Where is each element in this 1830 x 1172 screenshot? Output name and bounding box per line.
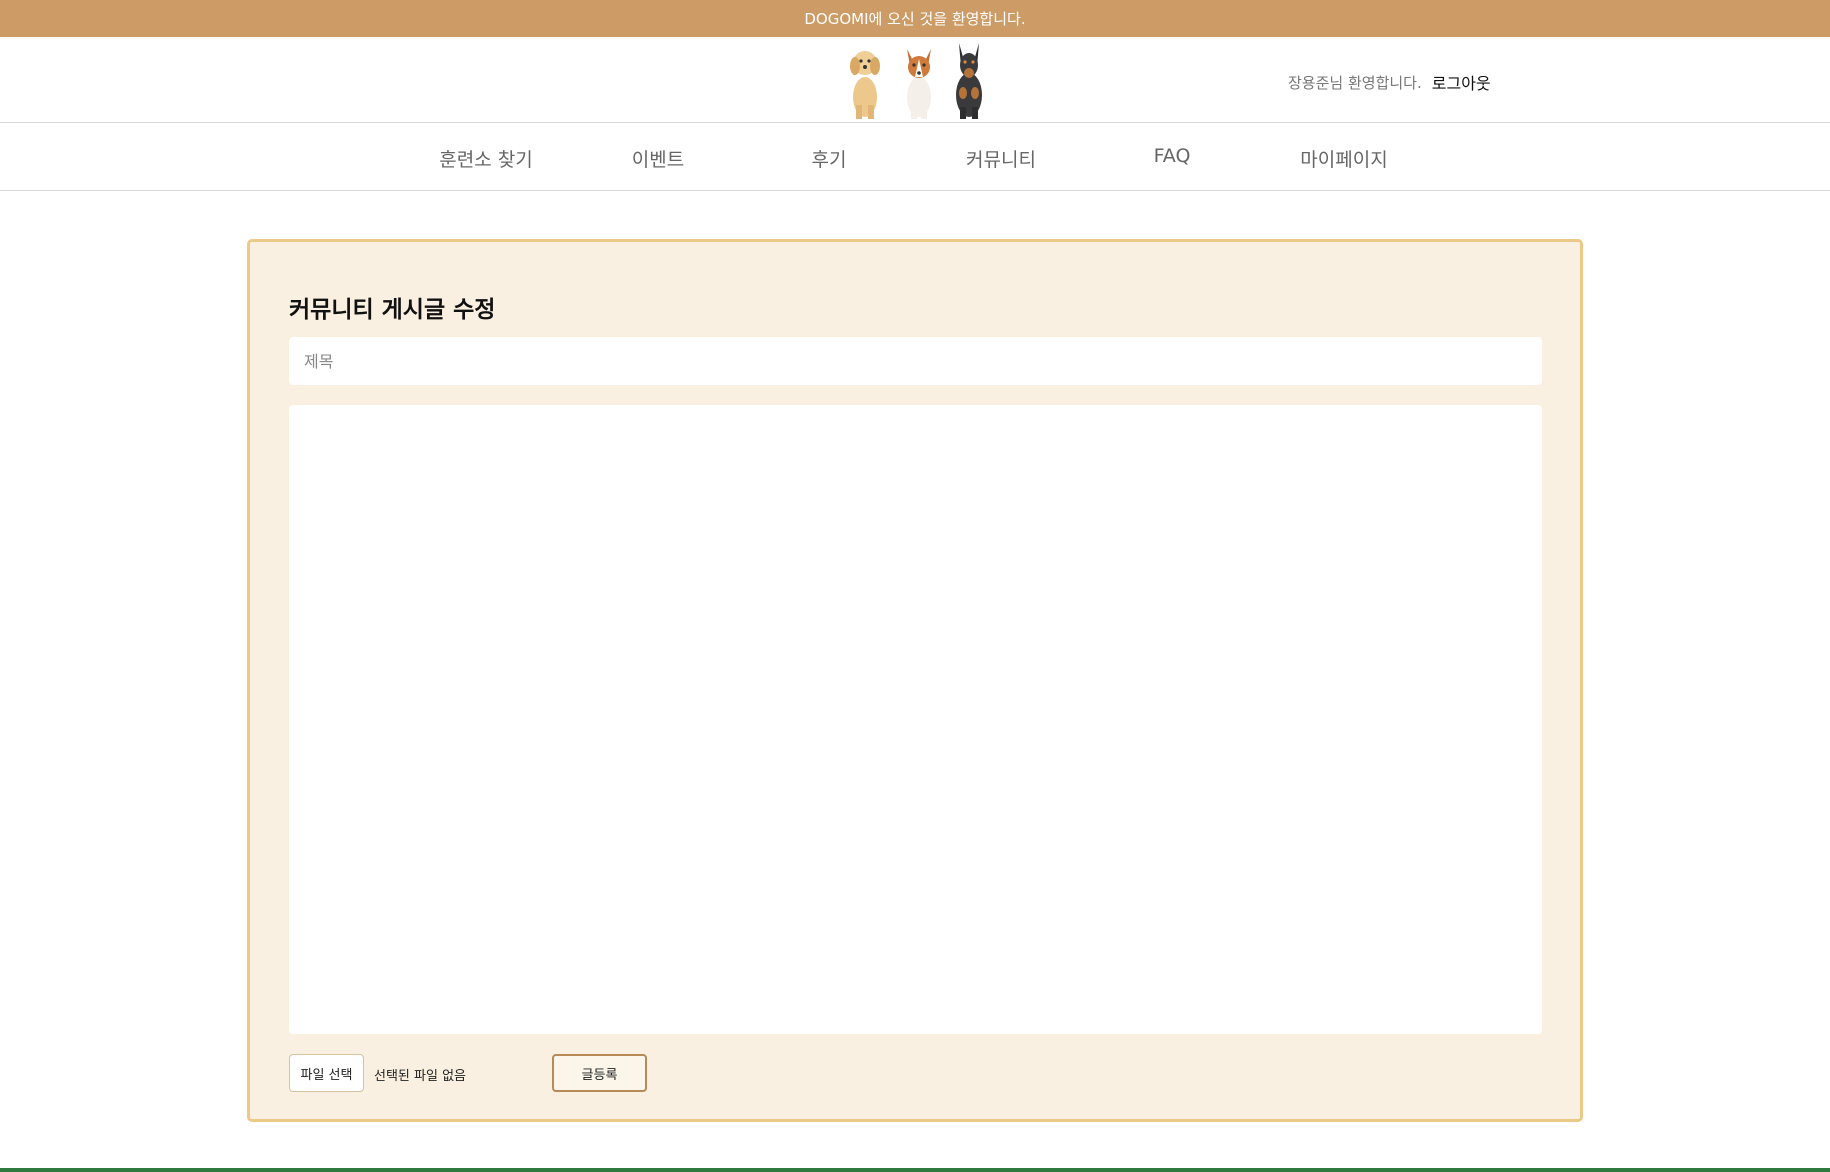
welcome-message: 장용준님 환영합니다.	[1288, 73, 1422, 92]
nav-item-find-training[interactable]: 훈련소 찾기	[439, 145, 532, 172]
page-title: 커뮤니티 게시글 수정	[289, 297, 496, 323]
welcome-banner: DOGOMI에 오신 것을 환영합니다.	[0, 0, 1830, 37]
banner-text: DOGOMI에 오신 것을 환영합니다.	[804, 10, 1026, 28]
three-dogs-logo-icon[interactable]	[843, 41, 993, 121]
nav-item-reviews[interactable]: 후기	[812, 145, 847, 172]
user-area: 장용준님 환영합니다. 로그아웃	[1288, 70, 1491, 94]
nav-item-faq[interactable]: FAQ	[1154, 145, 1191, 167]
site-header: 장용준님 환영합니다. 로그아웃	[0, 37, 1830, 123]
footer-divider	[0, 1168, 1830, 1172]
file-status-text: 선택된 파일 없음	[374, 1069, 466, 1084]
file-select-button[interactable]: 파일 선택	[289, 1054, 364, 1092]
logout-link[interactable]: 로그아웃	[1432, 70, 1491, 94]
main-nav: 훈련소 찾기 이벤트 후기 커뮤니티 FAQ 마이페이지	[0, 123, 1830, 191]
nav-item-community[interactable]: 커뮤니티	[966, 145, 1036, 172]
doberman-dog-icon	[956, 43, 982, 119]
post-edit-form: 커뮤니티 게시글 수정 파일 선택 선택된 파일 없음 글등록	[247, 239, 1583, 1122]
submit-post-button[interactable]: 글등록	[552, 1054, 647, 1092]
content-textarea[interactable]	[289, 405, 1542, 1034]
nav-item-events[interactable]: 이벤트	[632, 145, 684, 172]
nav-item-mypage[interactable]: 마이페이지	[1300, 145, 1387, 172]
corgi-dog-icon	[907, 49, 931, 119]
title-input[interactable]	[289, 337, 1542, 385]
golden-dog-icon	[850, 51, 880, 119]
